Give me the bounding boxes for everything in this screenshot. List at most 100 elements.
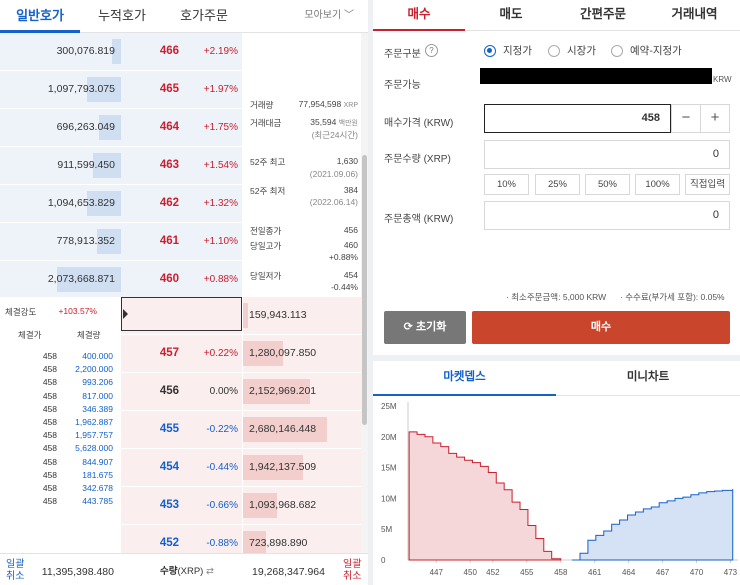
bid-row-tail [333,411,361,448]
tab-sell[interactable]: 매도 [465,0,557,31]
ask-qty: 911,599.450 [57,159,115,171]
ask-price-cell[interactable]: 465 +1.97% [121,71,242,108]
tab-mini-chart[interactable]: 미니차트 [556,361,740,396]
radio-reserved-limit[interactable] [611,45,623,57]
ask-change: +1.32% [203,198,238,209]
orderbook-scrollbar-thumb[interactable] [362,155,367,425]
pct-10-button[interactable]: 10% [484,174,529,195]
trade-price: 458 [42,351,57,361]
pct-25-button[interactable]: 25% [535,174,580,195]
qty-label: 주문수량 (XRP) [384,154,451,165]
low52-value: 384 [343,185,358,195]
qty-input[interactable]: 0 [484,140,730,169]
ask-qty: 696,263.049 [56,121,115,133]
qty-unit-toggle[interactable]: 수량(XRP) ⇄ [160,566,214,578]
prev-close-label: 전일종가 [250,226,282,236]
ask-price-cell[interactable]: 466 +2.19% [121,33,242,70]
bid-price: 453 [159,499,179,511]
reset-button[interactable]: ⟳ 초기화 [384,311,466,344]
depth-y-tick: 5M [381,525,392,534]
tab-orderbook-order[interactable]: 호가주문 [164,0,244,33]
ask-price-cell[interactable]: 460 +0.88% [121,261,242,298]
trade-row: 458 993.206 [0,377,121,390]
price-input[interactable]: 458 [484,104,671,133]
radio-limit[interactable] [484,45,496,57]
price-minus-button[interactable]: − [671,104,701,133]
depth-y-tick: 20M [381,433,397,442]
cancel-all-asks-button[interactable]: 일괄 취소 [6,559,24,583]
orderbook-tabs: 일반호가 누적호가 호가주문 모아보기 ﹀ [0,0,368,33]
current-price-highlight [121,297,242,331]
qty-label: 수량 [160,566,178,577]
ask-price-cell[interactable]: 463 +1.54% [121,147,242,184]
low52-label: 52주 최저 [250,186,286,196]
radio-reserved-limit-label: 예약-지정가 [630,45,682,57]
volume-unit: XRP [343,102,358,109]
amount-label: 거래대금 [250,118,282,128]
direct-input-button[interactable]: 직접입력 [685,174,730,195]
ask-qty-cell: 696,263.049 [0,109,121,146]
depth-x-tick: 467 [656,568,670,577]
ask-price-cell[interactable]: 464 +1.75% [121,109,242,146]
radio-market-label: 시장가 [567,45,596,57]
bid-qty-cell: 1,280,097.850 [243,335,333,372]
bid-change: -0.66% [206,500,238,511]
bid-qty: 1,942,137.509 [249,461,317,473]
ask-price: 460 [159,273,179,285]
bid-qty-bar [243,303,248,328]
cancel-all-bids-button[interactable]: 일괄 취소 [343,559,361,583]
order-type-label: 주문구분 [384,49,421,60]
bid-qty: 1,093,968.682 [249,499,317,511]
high52-label: 52주 최고 [250,157,286,167]
ask-change: +1.54% [203,160,238,171]
bid-price-cell[interactable]: 454 -0.44% [121,449,242,486]
bid-price-cell[interactable]: 456 0.00% [121,373,242,410]
swap-icon: ⇄ [206,566,214,577]
bid-price: 456 [159,385,179,397]
bid-qty: 2,680,146.448 [249,423,317,435]
tab-trade-history[interactable]: 거래내역 [649,0,740,31]
depth-x-tick: 473 [724,568,738,577]
trade-price-header: 체결가 [18,330,42,340]
group-view-dropdown[interactable]: 모아보기 ﹀ [304,0,354,32]
ask-price-cell[interactable]: 462 +1.32% [121,185,242,222]
help-icon[interactable]: ? [425,44,438,57]
chart-tabs: 마켓뎁스 미니차트 [373,361,740,396]
ask-qty: 2,073,668.871 [47,273,115,285]
trade-qty: 443.785 [82,496,113,507]
tab-buy[interactable]: 매수 [373,0,465,31]
bid-price-cell[interactable]: 455 -0.22% [121,411,242,448]
fee-note: · 수수료(부가세 포함): 0.05% [620,292,725,302]
cancel-asks-line2: 취소 [6,571,25,582]
total-input[interactable]: 0 [484,201,730,230]
pct-50-button[interactable]: 50% [585,174,630,195]
total-label: 주문총액 (KRW) [384,214,454,225]
available-label: 주문가능 [384,80,421,91]
trade-row: 458 844.907 [0,457,121,470]
day-low-pct: -0.44% [331,282,358,292]
bid-qty-cell: 1,942,137.509 [243,449,333,486]
bid-price: 455 [159,423,179,435]
ask-price-cell[interactable]: 461 +1.10% [121,223,242,260]
ask-change: +1.75% [203,122,238,133]
tab-cumulative-orderbook[interactable]: 누적호가 [82,0,162,33]
tab-general-orderbook[interactable]: 일반호가 [0,0,80,33]
ask-change: +1.10% [203,236,238,247]
depth-x-tick: 452 [486,568,500,577]
bid-price-cell[interactable]: 457 +0.22% [121,335,242,372]
trade-qty-header: 체결량 [77,330,101,340]
depth-x-tick: 461 [588,568,602,577]
ask-qty-cell: 778,913.352 [0,223,121,260]
bid-price-cell[interactable]: 453 -0.66% [121,487,242,524]
tab-simple-order[interactable]: 간편주문 [557,0,649,31]
tab-market-depth[interactable]: 마켓뎁스 [373,361,556,396]
min-order-note: · 최소주문금액: 5,000 KRW [506,292,607,302]
bid-qty-cell: 1,093,968.682 [243,487,333,524]
trade-qty: 346.389 [82,403,113,414]
pct-100-button[interactable]: 100% [635,174,680,195]
buy-button[interactable]: 매수 [472,311,730,344]
price-plus-button[interactable]: + [700,104,730,133]
trade-price: 458 [42,483,57,493]
radio-market[interactable] [548,45,560,57]
ask-price: 464 [159,121,179,133]
